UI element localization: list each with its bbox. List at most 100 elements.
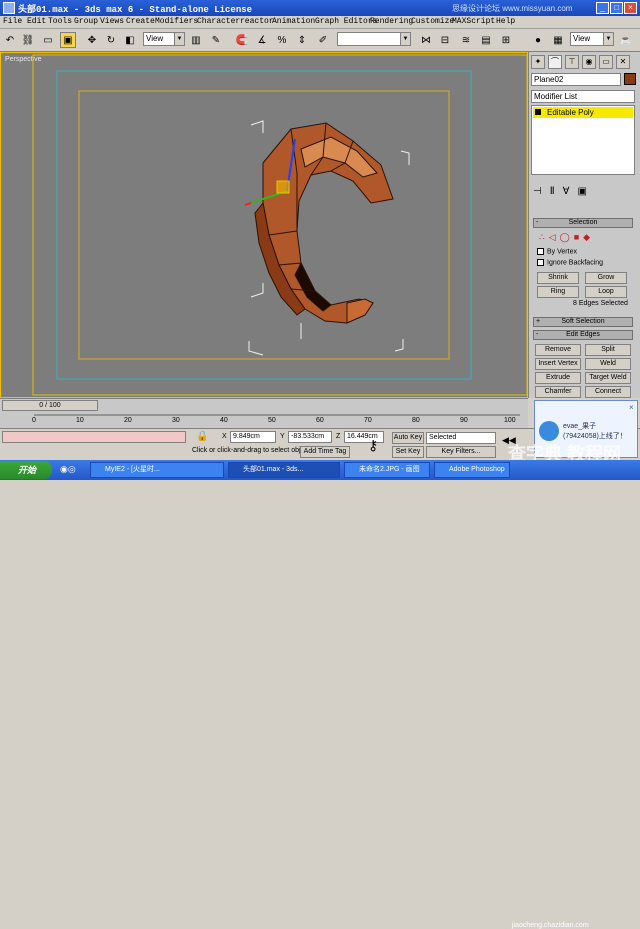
perspective-viewport[interactable]: Perspective [0,52,528,398]
minimize-button[interactable]: _ [596,2,609,14]
quick-render-icon[interactable]: ☕ [618,32,634,48]
layer-icon[interactable]: ≋ [458,32,474,48]
angle-snap-icon[interactable]: ∡ [254,32,270,48]
utilities-tab-icon[interactable]: ✕ [616,55,630,69]
menu-create[interactable]: Create [126,17,155,26]
menu-edit[interactable]: Edit [27,17,46,26]
render-type-dropdown[interactable]: View ▼ [570,32,614,46]
by-vertex-checkbox[interactable]: By Vertex [537,248,577,255]
remove-button[interactable]: Remove [535,344,581,356]
maxscript-listener[interactable] [2,431,186,443]
select-by-name-icon[interactable]: ▣ [60,32,76,48]
motion-tab-icon[interactable]: ◉ [582,55,596,69]
insert-vertex-button[interactable]: Insert Vertex [535,358,581,370]
modifier-list-dropdown[interactable]: Modifier List [531,90,635,103]
ring-button[interactable]: Ring [537,286,579,298]
object-color-swatch[interactable] [624,73,636,85]
menu-reactor[interactable]: reactor [240,17,274,26]
snap-icon[interactable]: 🧲 [234,32,250,48]
percent-snap-icon[interactable]: % [274,32,290,48]
menu-graph-editors[interactable]: Graph Editors [315,17,377,26]
key-filters-button[interactable]: Key Filters... [426,446,496,458]
menu-modifiers[interactable]: Modifiers [155,17,198,26]
subobject-icons[interactable]: ∴◁◯■◆ [539,232,594,243]
task-myie2[interactable]: MyIE2 - [火星时... [90,462,224,478]
menu-file[interactable]: File [3,17,22,26]
render-scene-icon[interactable]: ▦ [550,32,566,48]
menu-customize[interactable]: Customize [411,17,454,26]
title-bar: 头部01.max - 3ds max 6 - Stand-alone Licen… [0,0,640,16]
ignore-backfacing-checkbox[interactable]: Ignore Backfacing [537,259,603,266]
set-key-button[interactable]: Set Key [392,446,424,458]
menu-maxscript[interactable]: MAXScript [452,17,495,26]
x-coord-field[interactable]: 9.849cm [230,431,276,443]
menu-rendering[interactable]: Rendering [370,17,413,26]
main-toolbar: ↶ ⛓ ▭ ▣ ✥ ↻ ◧ View ▼ ▥ ✎ 🧲 ∡ % ⇕ ✐ ▼ ⋈ ⊟ … [0,29,640,52]
split-button[interactable]: Split [585,344,631,356]
close-button[interactable]: × [624,2,637,14]
add-time-tag-button[interactable]: Add Time Tag [300,446,350,458]
target-weld-button[interactable]: Target Weld [585,372,631,384]
stack-item-editable-poly[interactable]: Editable Poly [533,107,633,118]
tick-80: 80 [412,417,420,424]
spinner-snap-icon[interactable]: ⇕ [294,32,310,48]
schematic-icon[interactable]: ⊞ [498,32,514,48]
undo-icon[interactable]: ↶ [2,32,18,48]
stack-tools-icons[interactable]: ⊣Ⅱ∀▣ [533,186,633,200]
display-tab-icon[interactable]: ▭ [599,55,613,69]
create-tab-icon[interactable]: ✦ [531,55,545,69]
shrink-button[interactable]: Shrink [537,272,579,284]
mirror-icon[interactable]: ⋈ [418,32,434,48]
rotate-icon[interactable]: ↻ [103,32,119,48]
task-paint[interactable]: 未命名2.JPG - 画图 [344,462,430,478]
key-mode-dropdown[interactable]: Selected [426,432,496,444]
extrude-button[interactable]: Extrude [535,372,581,384]
move-icon[interactable]: ✥ [84,32,100,48]
menu-help[interactable]: Help [496,17,515,26]
menu-group[interactable]: Group [74,17,98,26]
pivot-icon[interactable]: ▥ [188,32,204,48]
align-icon[interactable]: ⊟ [437,32,453,48]
named-sel-icon[interactable]: ✐ [315,32,331,48]
ref-coord-dropdown[interactable]: View ▼ [143,32,185,46]
material-editor-icon[interactable]: ● [530,32,546,48]
scale-icon[interactable]: ◧ [122,32,138,48]
grow-button[interactable]: Grow [585,272,627,284]
selection-rollout[interactable]: - Selection [533,218,633,228]
modify-tab-icon[interactable]: ⌒ [548,55,562,69]
chamfer-button[interactable]: Chamfer [535,386,581,398]
start-button[interactable]: 开始 [0,461,52,479]
quick-launch-icons[interactable]: ◉◎ [60,464,76,475]
time-slider[interactable]: 0 / 100 [2,400,98,411]
task-3dsmax[interactable]: 头部01.max - 3ds... [228,462,340,478]
menu-animation[interactable]: Animation [272,17,315,26]
named-selection-dropdown[interactable]: ▼ [337,32,411,46]
menu-character[interactable]: Character [197,17,240,26]
connect-button[interactable]: Connect [585,386,631,398]
x-label: X [222,433,227,440]
select-link-icon[interactable]: ⛓ [20,32,36,48]
maximize-button[interactable]: □ [610,2,623,14]
soft-selection-rollout[interactable]: + Soft Selection [533,317,633,327]
weld-button[interactable]: Weld [585,358,631,370]
edit-edges-rollout[interactable]: - Edit Edges [533,330,633,340]
curve-editor-icon[interactable]: ▤ [478,32,494,48]
tick-70: 70 [364,417,372,424]
modifier-stack[interactable]: Editable Poly [531,105,635,175]
object-name-field[interactable]: Plane02 [531,73,621,86]
menu-tools[interactable]: Tools [48,17,72,26]
task-photoshop[interactable]: Adobe Photoshop [434,462,510,478]
helmet-mesh [254,122,394,324]
stack-bulb-icon[interactable] [535,109,541,115]
menu-views[interactable]: Views [100,17,124,26]
close-icon[interactable]: × [629,403,634,412]
select-object-icon[interactable]: ▭ [40,32,56,48]
lock-icon[interactable]: 🔒 [196,431,208,442]
auto-key-button[interactable]: Auto Key [392,432,424,444]
loop-button[interactable]: Loop [585,286,627,298]
qq-avatar-icon [539,421,559,441]
hierarchy-tab-icon[interactable]: ⊤ [565,55,579,69]
select-manipulate-icon[interactable]: ✎ [208,32,224,48]
y-coord-field[interactable]: -83.533cm [288,431,332,443]
track-bar[interactable]: 0 10 20 30 40 50 60 70 80 90 100 [0,412,528,428]
